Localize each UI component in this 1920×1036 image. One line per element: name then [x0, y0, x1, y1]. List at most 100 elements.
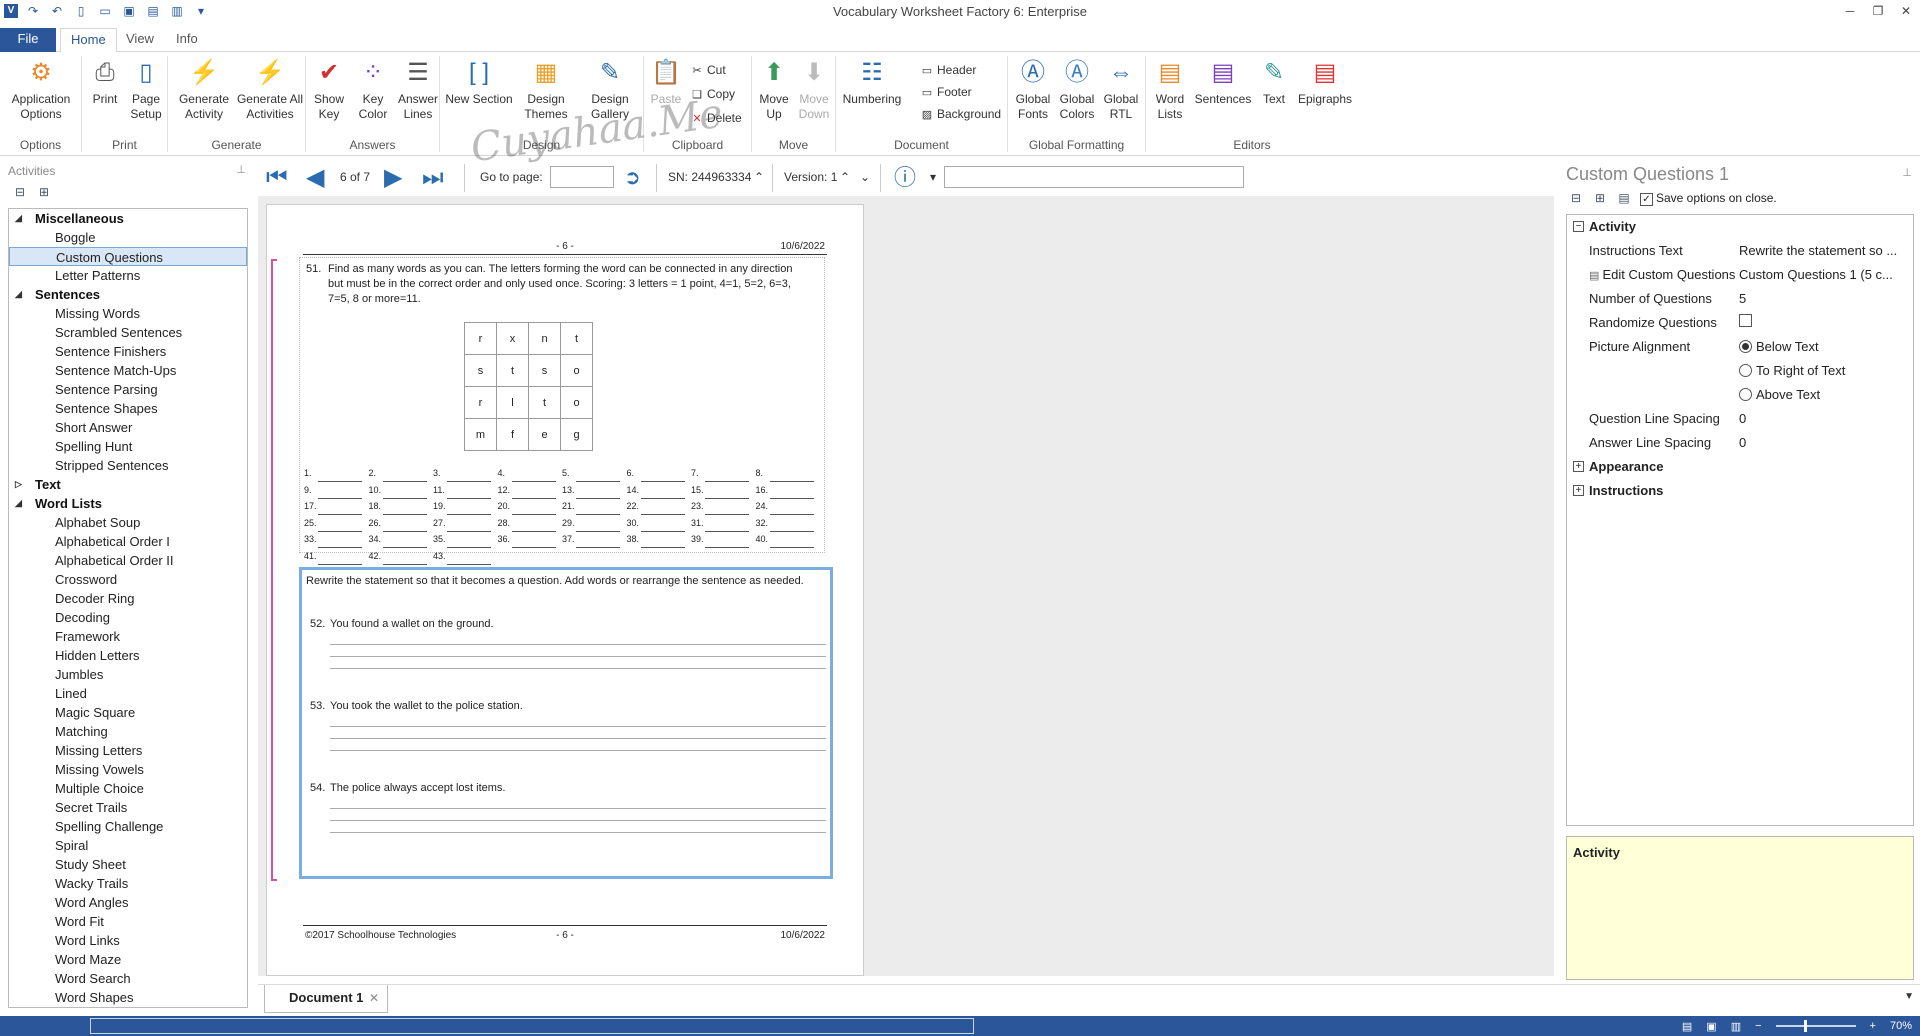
- zoom-slider[interactable]: [1775, 1020, 1856, 1032]
- version-up-icon[interactable]: ⌃: [840, 170, 850, 184]
- tree-item-multiple-choice[interactable]: Multiple Choice: [9, 779, 247, 798]
- sn-up-icon[interactable]: ⌃: [754, 170, 764, 184]
- tree-item-stripped-sentences[interactable]: Stripped Sentences: [9, 456, 247, 475]
- categorized-icon[interactable]: ⊟: [1568, 190, 1584, 206]
- tree-item-alphabetical-order-ii[interactable]: Alphabetical Order II: [9, 551, 247, 570]
- tree-item-sentence-finishers[interactable]: Sentence Finishers: [9, 342, 247, 361]
- restore-icon[interactable]: ❐: [1864, 0, 1892, 22]
- tree-item-alphabet-soup[interactable]: Alphabet Soup: [9, 513, 247, 532]
- tab-list-dropdown-icon[interactable]: ▼: [1904, 991, 1914, 1002]
- copy-button[interactable]: ❏ Copy: [690, 84, 735, 104]
- design-themes-button[interactable]: ▦ Design Themes: [514, 58, 578, 122]
- tree-item-spelling-challenge[interactable]: Spelling Challenge: [9, 817, 247, 836]
- tab-home[interactable]: Home: [60, 28, 117, 53]
- prev-page-icon[interactable]: ◀: [306, 164, 324, 192]
- background-button[interactable]: ▨ Background: [920, 104, 1001, 124]
- tab-view[interactable]: View: [116, 28, 164, 52]
- boggle-activity[interactable]: 51. Find as many words as you can. The l…: [299, 257, 825, 565]
- category-instructions[interactable]: + Instructions: [1567, 479, 1913, 503]
- tree-item-word-angles[interactable]: Word Angles: [9, 893, 247, 912]
- category-appearance[interactable]: + Appearance: [1567, 455, 1913, 479]
- tree-category-sentences[interactable]: ◢ Sentences: [9, 285, 247, 304]
- global-colors-button[interactable]: Ⓐ Global Colors: [1056, 58, 1098, 122]
- info-icon[interactable]: ⓘ: [894, 164, 916, 192]
- info-dropdown-icon[interactable]: ▾: [930, 170, 936, 184]
- view-page-icon[interactable]: ▣: [1706, 1020, 1716, 1033]
- prop-question-line-spacing[interactable]: Question Line Spacing 0: [1567, 407, 1913, 431]
- expanded-triangle-icon[interactable]: ◢: [15, 209, 22, 228]
- tab-file[interactable]: File: [0, 28, 56, 52]
- tree-item-study-sheet[interactable]: Study Sheet: [9, 855, 247, 874]
- tree-item-wacky-trails[interactable]: Wacky Trails: [9, 874, 247, 893]
- tree-item-jumbles[interactable]: Jumbles: [9, 665, 247, 684]
- generate-all-button[interactable]: ⚡ Generate All Activities: [236, 58, 304, 122]
- tab-info[interactable]: Info: [166, 28, 208, 52]
- generate-activity-button[interactable]: ⚡ Generate Activity: [172, 58, 236, 122]
- tree-item-word-shapes[interactable]: Word Shapes: [9, 988, 247, 1007]
- tree-item-spelling-hunt[interactable]: Spelling Hunt: [9, 437, 247, 456]
- tree-item-hidden-letters[interactable]: Hidden Letters: [9, 646, 247, 665]
- delete-button[interactable]: ✕ Delete: [690, 108, 741, 128]
- new-section-button[interactable]: [ ] New Section: [444, 58, 514, 107]
- prop-value[interactable]: Custom Questions 1 (5 c...: [1739, 263, 1909, 287]
- close-tab-icon[interactable]: ✕: [369, 985, 379, 1011]
- show-key-button[interactable]: ✔ Show Key: [308, 58, 350, 122]
- tree-item-missing-letters[interactable]: Missing Letters: [9, 741, 247, 760]
- pin-icon[interactable]: ⊥: [236, 163, 246, 176]
- text-editor-button[interactable]: ✎ Text: [1256, 58, 1292, 107]
- section-bracket[interactable]: [271, 259, 277, 881]
- tree-item-letter-patterns[interactable]: Letter Patterns: [9, 266, 247, 285]
- paste-button[interactable]: 📋 Paste: [646, 58, 686, 107]
- tree-item-sentence-parsing[interactable]: Sentence Parsing: [9, 380, 247, 399]
- global-rtl-button[interactable]: ⇔ Global RTL: [1100, 58, 1142, 122]
- prop-picture-alignment-option[interactable]: Above Text: [1567, 383, 1913, 407]
- tree-item-matching[interactable]: Matching: [9, 722, 247, 741]
- prop-answer-line-spacing[interactable]: Answer Line Spacing 0: [1567, 431, 1913, 455]
- tree-item-alphabetical-order-i[interactable]: Alphabetical Order I: [9, 532, 247, 551]
- collapsed-triangle-icon[interactable]: ▷: [15, 475, 22, 494]
- tree-item-spiral[interactable]: Spiral: [9, 836, 247, 855]
- next-page-icon[interactable]: ▶: [384, 164, 402, 192]
- prop-picture-alignment[interactable]: Picture Alignment Below Text: [1567, 335, 1913, 359]
- tree-item-secret-trails[interactable]: Secret Trails: [9, 798, 247, 817]
- page-setup-button[interactable]: ▯ Page Setup: [126, 58, 166, 122]
- tree-item-missing-vowels[interactable]: Missing Vowels: [9, 760, 247, 779]
- prop-instructions-text[interactable]: Instructions Text Rewrite the statement …: [1567, 239, 1913, 263]
- global-fonts-button[interactable]: Ⓐ Global Fonts: [1012, 58, 1054, 122]
- radio-above-text[interactable]: Above Text: [1739, 383, 1909, 407]
- tree-item-word-fit[interactable]: Word Fit: [9, 912, 247, 931]
- pin-icon[interactable]: ⊥: [1902, 166, 1912, 179]
- close-window-icon[interactable]: ✕: [1892, 0, 1920, 22]
- prop-randomize-questions[interactable]: Randomize Questions: [1567, 311, 1913, 335]
- epigraphs-button[interactable]: ▤ Epigraphs: [1294, 58, 1356, 107]
- tree-category-word-lists[interactable]: ◢ Word Lists: [9, 494, 247, 513]
- expand-all-icon[interactable]: ⊞: [36, 184, 52, 200]
- move-up-button[interactable]: ⬆ Move Up: [754, 58, 794, 122]
- radio-right-of-text[interactable]: To Right of Text: [1739, 359, 1909, 383]
- property-pages-icon[interactable]: ▤: [1616, 190, 1632, 206]
- tree-item-short-answer[interactable]: Short Answer: [9, 418, 247, 437]
- tree-category-miscellaneous[interactable]: ◢ Miscellaneous: [9, 209, 247, 228]
- header-button[interactable]: ▭ Header: [920, 60, 977, 80]
- design-gallery-button[interactable]: ✎ Design Gallery: [578, 58, 642, 122]
- radio-below-text[interactable]: Below Text: [1739, 335, 1909, 359]
- tree-item-missing-words[interactable]: Missing Words: [9, 304, 247, 323]
- prop-edit-custom-questions[interactable]: ▤ Edit Custom Questions Custom Questions…: [1567, 263, 1913, 287]
- tree-item-sentence-shapes[interactable]: Sentence Shapes: [9, 399, 247, 418]
- goto-page-input[interactable]: [550, 166, 614, 188]
- expand-icon[interactable]: +: [1573, 461, 1584, 472]
- print-button[interactable]: ⎙ Print: [86, 58, 124, 107]
- tree-item-boggle[interactable]: Boggle: [9, 228, 247, 247]
- prop-picture-alignment-option[interactable]: To Right of Text: [1567, 359, 1913, 383]
- tree-item-magic-square[interactable]: Magic Square: [9, 703, 247, 722]
- tree-item-custom-questions[interactable]: Custom Questions: [9, 247, 247, 266]
- word-lists-button[interactable]: ▤ Word Lists: [1150, 58, 1190, 122]
- prop-number-of-questions[interactable]: Number of Questions 5: [1567, 287, 1913, 311]
- goto-arrow-icon[interactable]: ➲: [624, 164, 641, 192]
- tree-item-framework[interactable]: Framework: [9, 627, 247, 646]
- tree-item-word-links[interactable]: Word Links: [9, 931, 247, 950]
- collapse-icon[interactable]: −: [1573, 221, 1584, 232]
- custom-questions-activity[interactable]: Rewrite the statement so that it becomes…: [299, 567, 833, 879]
- key-color-button[interactable]: ⁘ Key Color: [352, 58, 394, 122]
- category-activity[interactable]: − Activity: [1567, 215, 1913, 239]
